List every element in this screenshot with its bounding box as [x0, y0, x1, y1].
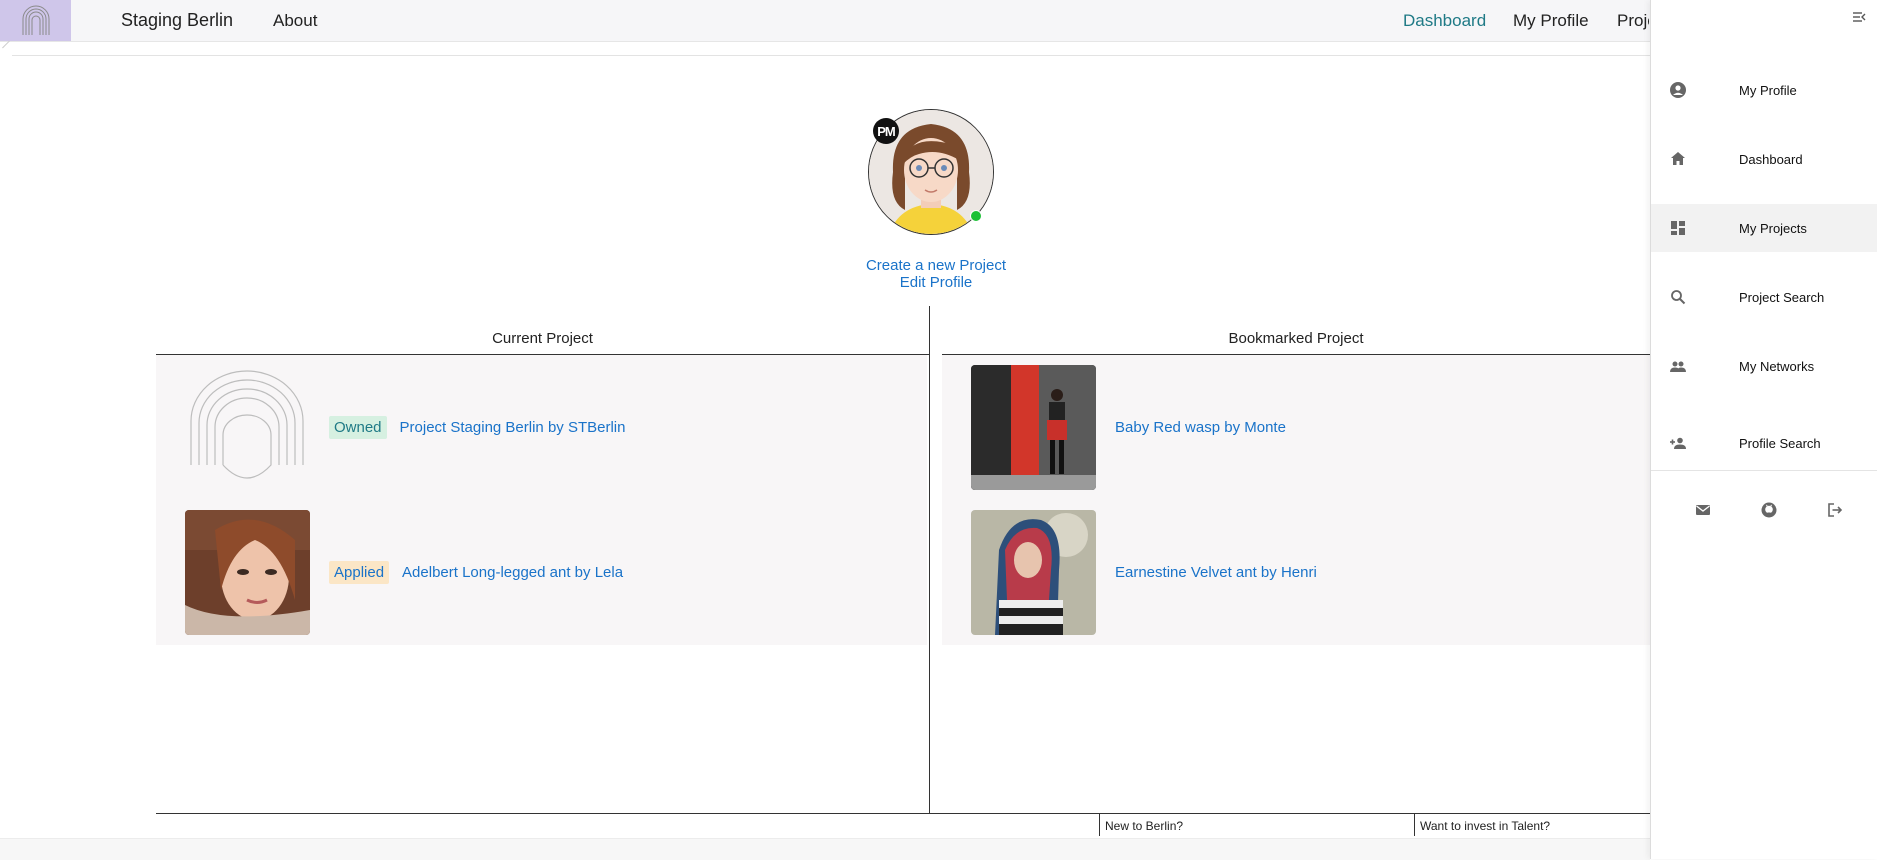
- street-photo: [971, 364, 1096, 490]
- drawer-separator: [1651, 470, 1877, 471]
- drawer-item-label: Project Search: [1739, 289, 1825, 305]
- arch-logo-icon: [22, 5, 49, 35]
- footer-new-to-berlin[interactable]: New to Berlin?: [1099, 814, 1415, 836]
- project-thumbnail[interactable]: [971, 364, 1096, 490]
- drawer-item-my-profile[interactable]: My Profile: [1651, 66, 1877, 114]
- list-item[interactable]: Applied Adelbert Long-legged ant by Lela: [185, 509, 623, 635]
- people-icon: [1670, 361, 1686, 372]
- current-project-heading: Current Project: [492, 330, 593, 347]
- bookmarked-project-heading: Bookmarked Project: [1228, 330, 1364, 347]
- corner-mark: [2, 40, 17, 56]
- drawer-item-label: Profile Search: [1739, 435, 1821, 451]
- drawer-item-label: Dashboard: [1739, 151, 1803, 167]
- avatar-initials-badge: PM: [873, 118, 899, 144]
- list-item[interactable]: Earnestine Velvet ant by Henri: [971, 509, 1317, 635]
- status-badge: Applied: [329, 560, 390, 584]
- top-navbar: Staging Berlin About Dashboard My Profil…: [0, 0, 1877, 42]
- drawer-item-label: My Projects: [1739, 220, 1807, 236]
- mail-icon[interactable]: [1694, 501, 1712, 519]
- drawer-item-label: My Networks: [1739, 358, 1815, 374]
- create-project-link[interactable]: Create a new Project: [836, 257, 1036, 274]
- menu-collapse-icon[interactable]: [1851, 9, 1867, 25]
- account-circle-icon: [1670, 82, 1686, 98]
- project-thumbnail[interactable]: [185, 509, 310, 635]
- drawer-item-profile-search[interactable]: Profile Search: [1651, 419, 1877, 467]
- list-item[interactable]: Baby Red wasp by Monte: [971, 364, 1286, 490]
- status-badge: Owned: [329, 415, 387, 439]
- bottom-strip: [0, 838, 1650, 860]
- project-thumbnail[interactable]: [971, 509, 1096, 635]
- portrait-photo: [185, 509, 310, 635]
- brand-title[interactable]: Staging Berlin: [121, 10, 233, 31]
- person-add-icon: [1670, 437, 1686, 449]
- nav-projects[interactable]: Projects: [1617, 11, 1649, 31]
- nav-dashboard[interactable]: Dashboard: [1403, 11, 1486, 31]
- project-link[interactable]: Adelbert Long-legged ant by Lela: [402, 564, 623, 581]
- project-link[interactable]: Project Staging Berlin by STBerlin: [400, 419, 626, 436]
- arch-placeholder-icon: [190, 369, 304, 479]
- online-status-dot: [970, 210, 982, 222]
- nav-about[interactable]: About: [273, 11, 317, 31]
- github-icon[interactable]: [1760, 501, 1778, 519]
- home-icon: [1671, 152, 1685, 165]
- drawer-item-dashboard[interactable]: Dashboard: [1651, 135, 1877, 183]
- project-thumbnail[interactable]: [185, 364, 310, 490]
- column-divider: [929, 306, 930, 813]
- project-link[interactable]: Earnestine Velvet ant by Henri: [1115, 564, 1317, 581]
- logout-icon[interactable]: [1826, 501, 1844, 519]
- nav-my-profile[interactable]: My Profile: [1513, 11, 1589, 31]
- project-link[interactable]: Baby Red wasp by Monte: [1115, 419, 1286, 436]
- edit-profile-link[interactable]: Edit Profile: [836, 274, 1036, 291]
- footer-invest-talent[interactable]: Want to invest in Talent?: [1414, 814, 1650, 836]
- drawer-item-my-projects[interactable]: My Projects: [1651, 204, 1877, 252]
- drawer-item-label: My Profile: [1739, 82, 1797, 98]
- search-icon: [1671, 290, 1686, 305]
- list-item[interactable]: Owned Project Staging Berlin by STBerlin: [185, 364, 625, 490]
- drawer-item-project-search[interactable]: Project Search: [1651, 273, 1877, 321]
- portrait-photo: [971, 509, 1096, 635]
- logo[interactable]: [0, 0, 71, 41]
- dashboard-grid-icon: [1671, 221, 1685, 235]
- header-divider: [12, 55, 1650, 56]
- drawer-item-my-networks[interactable]: My Networks: [1651, 342, 1877, 390]
